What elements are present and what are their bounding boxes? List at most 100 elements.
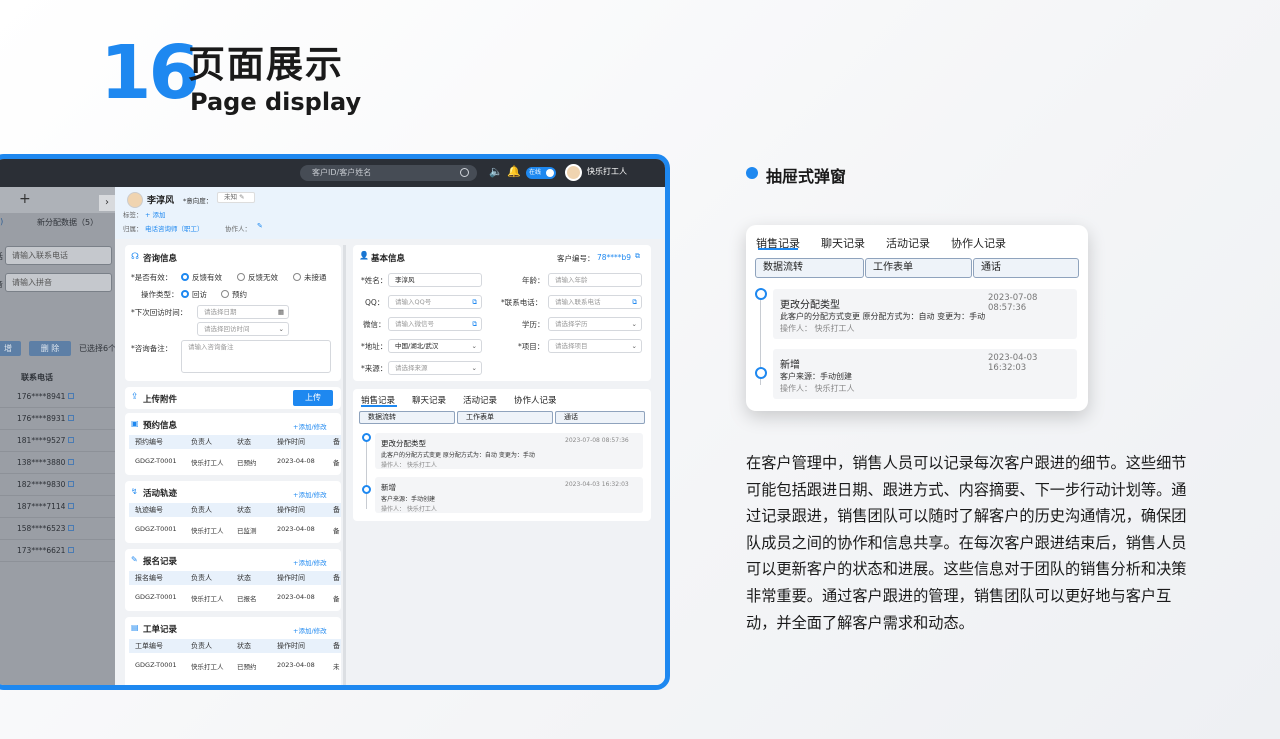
table-row[interactable]: 181****9527 xyxy=(0,430,115,452)
signup-edit-link[interactable]: +添加/修改 xyxy=(293,557,327,567)
record-item[interactable]: 新增 2023-04-03 16:32:03 客户来源：手动创建 操作人： 快乐… xyxy=(773,349,1077,399)
tab-new-assigned[interactable]: 新分配数据（5） xyxy=(37,217,98,228)
record-time: 2023-04-03 16:32:03 xyxy=(565,481,629,488)
app-screenshot-frame: 客户ID/客户姓名 🔈 🔔 在线 快乐打工人 + 1) 新分配数据（5） › 话… xyxy=(0,154,670,690)
timeline-line xyxy=(366,437,367,509)
customer-no: 78****b9 xyxy=(597,253,632,262)
chip-data-flow[interactable]: 数据流转 xyxy=(359,411,455,424)
valid-option-effective[interactable]: 反馈有效 xyxy=(181,272,222,283)
table-row[interactable]: 176****8941 xyxy=(0,386,115,408)
next-visit-label: *下次回访时间： xyxy=(131,308,188,317)
wechat-input[interactable]: 请输入微信号 ⧉ xyxy=(388,317,482,331)
edit-collaborator-icon[interactable]: ✎ xyxy=(257,222,263,230)
signup-title: 报名记录 xyxy=(143,557,178,567)
table-row[interactable]: 138****3880 xyxy=(0,452,115,474)
tab-activity-record[interactable]: 活动记录 xyxy=(463,396,497,406)
education-select[interactable]: 请选择学历 ⌄ xyxy=(548,317,642,331)
valid-option-unreached[interactable]: 未接通 xyxy=(293,272,327,283)
table-row[interactable]: 173****6621 xyxy=(0,540,115,562)
tab-partial[interactable]: 1) xyxy=(0,217,3,226)
delete-button[interactable]: 删 除 xyxy=(29,341,71,356)
age-input[interactable]: 请输入年龄 xyxy=(548,273,642,287)
owner-value[interactable]: 电话咨询师（职工） xyxy=(145,223,204,233)
timeline-dot xyxy=(755,288,767,300)
add-tag-button[interactable]: + 添加 xyxy=(145,209,166,219)
chip-data-flow[interactable]: 数据流转 xyxy=(755,258,864,278)
table-row[interactable]: 176****8931 xyxy=(0,408,115,430)
bell-icon[interactable]: 🔔 xyxy=(507,165,521,178)
record-item[interactable]: 更改分配类型 2023-07-08 08:57:36 此客户的分配方式变更 原分… xyxy=(773,289,1077,339)
record-time: 2023-04-03 16:32:03 xyxy=(988,353,1038,373)
speaker-icon[interactable]: 🔈 xyxy=(489,165,503,178)
age-label: 年龄： xyxy=(522,276,545,285)
customer-name: 李淳风 xyxy=(147,196,175,206)
remark-textarea[interactable]: 请输入咨询备注 xyxy=(181,340,331,373)
search-input[interactable]: 客户ID/客户姓名 xyxy=(300,165,477,181)
remark-label: *咨询备注： xyxy=(131,344,173,353)
tab-chat-record[interactable]: 聊天记录 xyxy=(412,396,446,406)
customer-no-label: 客户编号： xyxy=(557,254,595,263)
upload-button[interactable]: 上传 xyxy=(293,390,333,406)
active-tab-indicator xyxy=(361,405,397,407)
add-tab-icon[interactable]: + xyxy=(19,191,31,207)
activity-title: 活动轨迹 xyxy=(143,489,178,499)
source-select[interactable]: 请选择来源 ⌄ xyxy=(388,361,482,375)
tab-collab-record[interactable]: 协作人记录 xyxy=(514,396,557,406)
phone-label: *联系电话： xyxy=(501,298,543,307)
tag-label: 标签： xyxy=(123,211,143,219)
user-name[interactable]: 快乐打工人 xyxy=(587,166,627,177)
project-select[interactable]: 请选择项目 ⌄ xyxy=(548,339,642,353)
tab-chat-record[interactable]: 聊天记录 xyxy=(821,237,865,250)
qq-input[interactable]: 请输入QQ号 ⧉ xyxy=(388,295,482,309)
appointment-edit-link[interactable]: +添加/修改 xyxy=(293,421,327,431)
date-picker-input[interactable]: 请选择日期 ▦ xyxy=(197,305,289,319)
chip-call[interactable]: 通话 xyxy=(555,411,645,424)
activity-edit-link[interactable]: +添加/修改 xyxy=(293,489,327,499)
chevron-down-icon: ⌄ xyxy=(278,325,284,333)
name-input[interactable]: 李淳风 xyxy=(388,273,482,287)
collapse-arrow-icon[interactable]: › xyxy=(99,195,115,211)
attachment-title: 上传附件 xyxy=(143,395,178,405)
record-item[interactable]: 更改分配类型 2023-07-08 08:57:36 此客户的分配方式变更 原分… xyxy=(375,433,643,469)
valid-option-invalid[interactable]: 反馈无效 xyxy=(237,272,278,283)
tab-activity-record[interactable]: 活动记录 xyxy=(886,237,930,250)
address-select[interactable]: 中国/湖北/武汉 ⌄ xyxy=(388,339,482,353)
table-row[interactable]: 158****6523 xyxy=(0,518,115,540)
intent-select[interactable]: 未知 ✎ xyxy=(217,192,255,203)
qq-label: QQ： xyxy=(365,298,385,307)
copy-icon[interactable]: ⧉ xyxy=(635,252,640,261)
visit-time-select[interactable]: 请选择回访时间 ⌄ xyxy=(197,322,289,336)
selected-count: 已选择6个 xyxy=(79,344,117,353)
user-avatar[interactable] xyxy=(565,164,582,181)
appointment-card: ▣ 预约信息 +添加/修改 预约编号 负责人 状态 操作时间备 GDGZ-T0001 快… xyxy=(125,413,341,475)
record-detail: 此客户的分配方式变更 原分配方式为：自动 变更为：手动 xyxy=(381,452,535,459)
calendar-icon: ▦ xyxy=(277,308,284,316)
record-item[interactable]: 新增 2023-04-03 16:32:03 客户来源：手动创建 操作人： 快乐… xyxy=(375,477,643,513)
record-detail: 客户来源：手动创建 xyxy=(780,372,852,381)
search-icon[interactable] xyxy=(460,168,469,177)
workorder-card: ▤ 工单记录 +添加/修改 工单编号 负责人 状态 操作时间备 GDGZ-T0001 快… xyxy=(125,617,341,685)
op-type-appointment[interactable]: 预约 xyxy=(221,289,247,300)
left-panel-tabs xyxy=(0,187,115,213)
op-type-revisit[interactable]: 回访 xyxy=(181,289,207,300)
workorder-edit-link[interactable]: +添加/修改 xyxy=(293,625,327,635)
table-row[interactable]: 182****9830 xyxy=(0,474,115,496)
scrollbar[interactable] xyxy=(343,245,346,685)
chip-work-form[interactable]: 工作表单 xyxy=(865,258,972,278)
customer-drawer: 李淳风 *意向度： 未知 ✎ 标签： + 添加 归属： 电话咨询师（职工） 协作… xyxy=(115,187,665,685)
record-title: 更改分配类型 xyxy=(780,300,840,311)
slide-number: 16 xyxy=(100,30,200,116)
chip-work-form[interactable]: 工作表单 xyxy=(457,411,553,424)
education-label: 学历： xyxy=(522,320,545,329)
phone-filter-input[interactable]: 请输入联系电话 xyxy=(5,246,112,265)
chip-call[interactable]: 通话 xyxy=(973,258,1079,278)
attachment-card: ⇪ 上传附件 上传 xyxy=(125,387,341,409)
online-toggle[interactable]: 在线 xyxy=(526,167,556,179)
table-row[interactable]: 187****7114 xyxy=(0,496,115,518)
add-button[interactable]: 增 xyxy=(0,341,21,356)
table-header: 预约编号 负责人 状态 操作时间备 xyxy=(129,435,341,449)
phone-input[interactable]: 请输入联系电话 ⧉ xyxy=(548,295,642,309)
tab-collab-record[interactable]: 协作人记录 xyxy=(951,237,1006,250)
pinyin-filter-input[interactable]: 请输入拼音 xyxy=(5,273,112,292)
drawer-header: 李淳风 *意向度： 未知 ✎ 标签： + 添加 归属： 电话咨询师（职工） 协作… xyxy=(115,187,665,239)
